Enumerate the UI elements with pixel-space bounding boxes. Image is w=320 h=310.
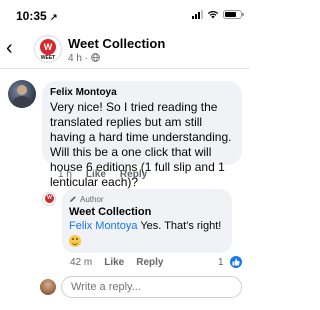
reply-bubble: Author Weet Collection Felix Montoya Yes… [62,189,232,253]
page-logo-mark: W [40,39,56,55]
comment-reply-button[interactable]: Reply [120,169,147,180]
page-logo-word: WEET [40,55,56,61]
author-badge: Author [69,194,225,204]
page-title[interactable]: Weet Collection [68,36,165,51]
smile-emoji-icon [69,235,81,247]
reply-like-button[interactable]: Like [104,257,124,268]
comment-actions: 1 h Like Reply [58,169,147,180]
reply-text-line: Felix Montoya Yes. That's right! [69,220,225,232]
my-avatar [40,279,56,295]
reply-mention[interactable]: Felix Montoya [69,220,137,232]
reply-input[interactable] [61,276,242,298]
reply-author-avatar[interactable]: W [42,192,56,206]
reply-actions: 42 m Like Reply [70,257,163,268]
author-badge-label: Author [80,194,104,204]
reply-time: 42 m [70,257,93,268]
wifi-icon [207,10,219,19]
reply-logo-mark: W [45,194,54,203]
page-avatar[interactable]: W WEET [34,35,62,63]
post-timestamp: 4 h [68,53,82,64]
thumbs-up-icon [232,258,240,266]
comment-like-button[interactable]: Like [86,169,106,180]
like-reaction-icon[interactable] [230,256,242,268]
reply-text: Yes. That's right! [140,220,222,232]
post-header: ‹ W WEET Weet Collection 4 h · [0,32,250,69]
post-meta: 4 h · [68,53,100,64]
reply-reply-button[interactable]: Reply [136,257,163,268]
back-button[interactable]: ‹ [6,38,13,58]
location-arrow-icon: ↗ [50,12,58,22]
back-chevron-icon: ‹ [6,37,13,59]
comment-author[interactable]: Felix Montoya [50,87,234,99]
status-bar: 10:35 ↗ [0,0,250,30]
pencil-icon [70,196,76,202]
reaction-count[interactable]: 1 [218,257,224,268]
reply-author[interactable]: Weet Collection [69,206,225,218]
comment-bubble: Felix Montoya Very nice! So I tried read… [42,81,242,189]
status-time: 10:35 ↗ [16,9,58,23]
globe-icon [90,53,100,62]
signal-icon [192,10,203,19]
commenter-avatar[interactable] [8,80,36,108]
status-icons [192,10,244,19]
comment-time: 1 h [58,169,72,180]
battery-icon [223,10,244,19]
